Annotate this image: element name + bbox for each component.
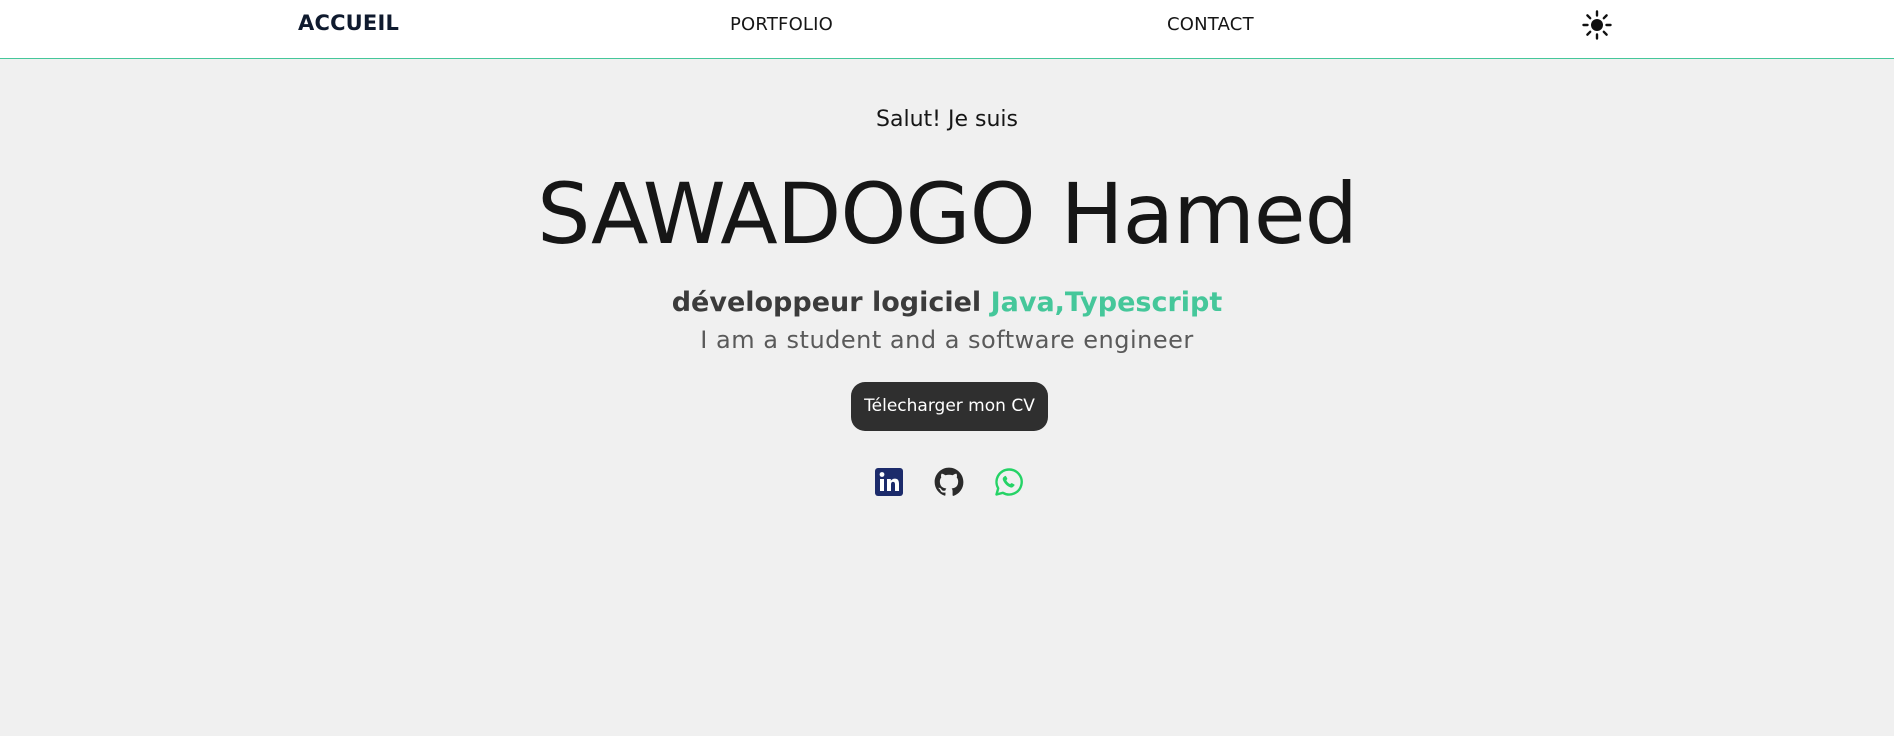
linkedin-link[interactable] (874, 467, 904, 497)
hero-greeting: Salut! Je suis (876, 107, 1018, 132)
github-link[interactable] (934, 467, 964, 497)
nav-portfolio-link[interactable]: PORTFOLIO (730, 14, 833, 36)
nav-contact-link[interactable]: CONTACT (1167, 14, 1254, 36)
hero-name: SAWADOGO Hamed (537, 165, 1358, 263)
sun-icon (1582, 10, 1612, 40)
navbar: ACCUEIL PORTFOLIO CONTACT (0, 0, 1894, 59)
hero-tech: Java,Typescript (990, 287, 1223, 318)
linkedin-icon (875, 468, 903, 496)
hero-tagline: I am a student and a software engineer (700, 326, 1194, 354)
theme-toggle-button[interactable] (1582, 10, 1612, 40)
hero-role-line: développeur logiciel Java,Typescript (0, 286, 1894, 320)
nav-home-link[interactable]: ACCUEIL (298, 12, 399, 34)
whatsapp-link[interactable] (994, 467, 1024, 497)
download-cv-button[interactable]: Télecharger mon CV (851, 382, 1048, 431)
whatsapp-icon (995, 468, 1023, 496)
github-icon (934, 467, 964, 496)
hero-role: développeur logiciel (671, 287, 982, 318)
